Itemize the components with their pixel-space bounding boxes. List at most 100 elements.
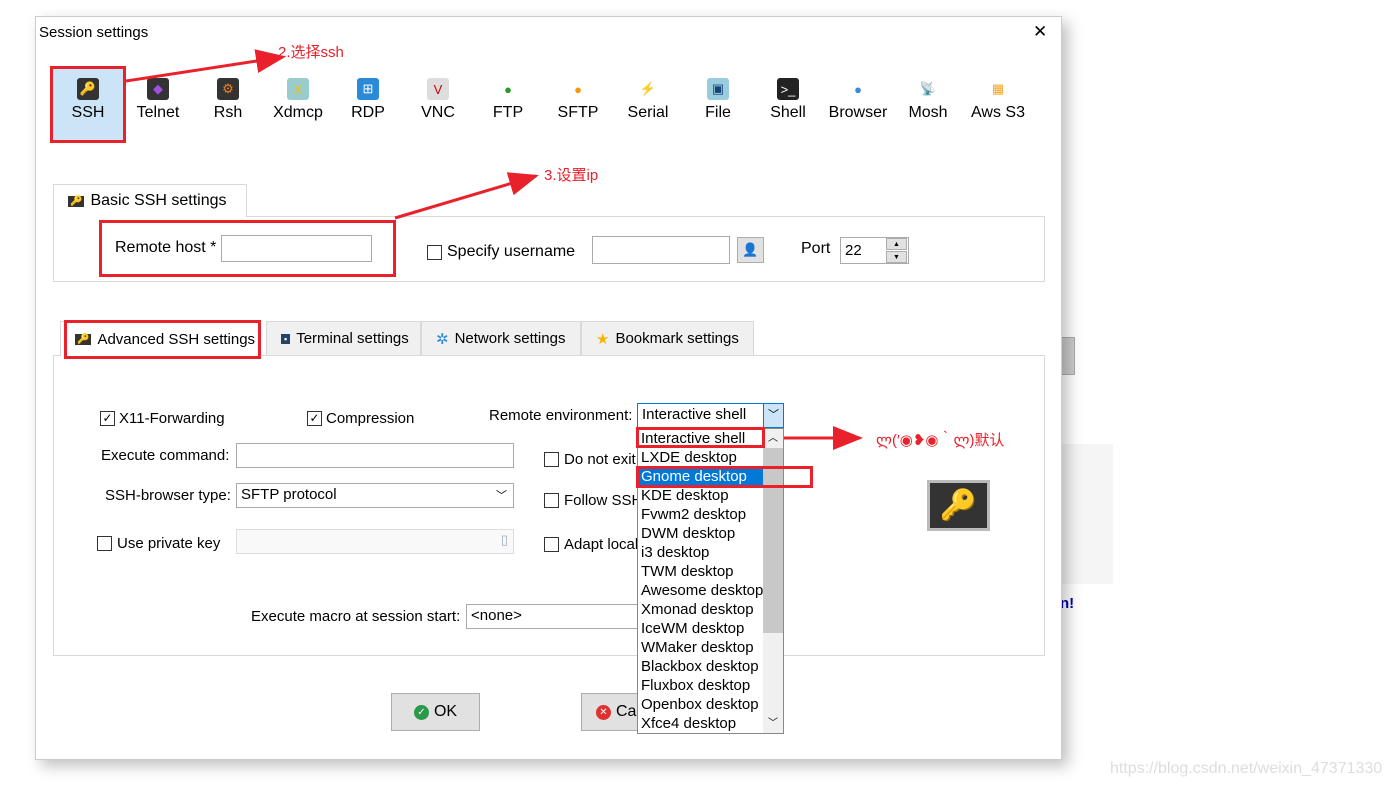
protocol-rsh[interactable]: ⚙ Rsh xyxy=(193,66,263,140)
dropdown-option[interactable]: Xmonad desktop xyxy=(638,600,763,619)
execute-macro-label: Execute macro at session start: xyxy=(251,608,461,625)
dropdown-option[interactable]: LXDE desktop xyxy=(638,448,763,467)
protocol-label: Serial xyxy=(627,104,669,121)
annotation-box-ssh xyxy=(50,66,126,143)
dropdown-option[interactable]: Fluxbox desktop xyxy=(638,676,763,695)
green-globe-icon: ● xyxy=(504,81,512,97)
x-monitor-icon: X xyxy=(287,78,309,100)
protocol-label: SFTP xyxy=(557,104,599,121)
protocol-label: Mosh xyxy=(908,104,948,121)
user-picker-button[interactable]: 👤 xyxy=(737,237,764,263)
compression-label: Compression xyxy=(326,410,415,427)
chevron-down-icon: ﹀ xyxy=(496,490,507,502)
dropdown-option[interactable]: Awesome desktop xyxy=(638,581,763,600)
protocol-label: Rsh xyxy=(213,104,243,121)
protocol-vnc[interactable]: V VNC xyxy=(403,66,473,140)
protocol-label: Telnet xyxy=(136,104,180,121)
protocol-aws-s3[interactable]: ▦ Aws S3 xyxy=(963,66,1033,140)
dropdown-option[interactable]: WMaker desktop xyxy=(638,638,763,657)
dropdown-option[interactable]: Openbox desktop xyxy=(638,695,763,714)
protocol-rdp[interactable]: ⊞ RDP xyxy=(333,66,403,140)
protocol-telnet[interactable]: ◆ Telnet xyxy=(123,66,193,140)
x11-forwarding-checkbox[interactable]: ✓ xyxy=(100,411,115,426)
dropdown-option[interactable]: Xfce4 desktop xyxy=(638,714,763,733)
do-not-exit-label: Do not exit xyxy=(564,451,636,468)
dropdown-option[interactable]: i3 desktop xyxy=(638,543,763,562)
specify-username-checkbox[interactable] xyxy=(427,245,442,260)
user-icon: 👤 xyxy=(742,242,759,257)
annotation-step3: 3.设置ip xyxy=(544,167,599,184)
protocol-serial[interactable]: ⚡ Serial xyxy=(613,66,683,140)
annotation-box-gnome xyxy=(636,466,813,488)
protocol-browser[interactable]: ● Browser xyxy=(823,66,893,140)
ssh-browser-type-label: SSH-browser type: xyxy=(105,487,231,504)
orange-globe-icon: ● xyxy=(574,81,582,97)
dropdown-option[interactable]: Blackbox desktop xyxy=(638,657,763,676)
execute-macro-select[interactable]: <none> xyxy=(466,604,646,629)
protocol-label: VNC xyxy=(421,104,455,121)
protocol-label: File xyxy=(705,104,731,121)
protocol-ftp[interactable]: ● FTP xyxy=(473,66,543,140)
network-icon: ✲ xyxy=(436,330,449,348)
remote-environment-select[interactable]: Interactive shell xyxy=(637,403,784,428)
close-icon[interactable]: ✕ xyxy=(1033,22,1047,42)
adapt-locale-checkbox[interactable] xyxy=(544,537,559,552)
private-key-input[interactable]: ▯ xyxy=(236,529,514,554)
ssh-browser-type-select[interactable]: SFTP protocol ﹀ xyxy=(236,483,514,508)
dropdown-option[interactable]: Fvwm2 desktop xyxy=(638,505,763,524)
annotation-box-remote-host xyxy=(99,220,396,277)
specify-username-label: Specify username xyxy=(447,243,576,260)
satellite-icon: 📡 xyxy=(919,81,937,96)
port-spinner-down[interactable]: ▼ xyxy=(886,251,907,263)
execute-command-label: Execute command: xyxy=(101,447,230,464)
terminal-icon: >_ xyxy=(777,78,799,100)
protocol-label: FTP xyxy=(492,104,524,121)
scroll-up-icon[interactable]: ︿ xyxy=(763,429,783,448)
protocol-label: Shell xyxy=(770,104,806,121)
dropdown-option[interactable]: DWM desktop xyxy=(638,524,763,543)
follow-ssh-checkbox[interactable] xyxy=(544,493,559,508)
do-not-exit-checkbox[interactable] xyxy=(544,452,559,467)
execute-command-input[interactable] xyxy=(236,443,514,468)
tab-bookmark-settings[interactable]: ★ Bookmark settings xyxy=(581,321,754,355)
globe-icon: ● xyxy=(854,81,862,97)
username-input[interactable] xyxy=(592,236,730,264)
dialog-title: Session settings xyxy=(39,24,149,41)
adapt-locale-label: Adapt locale xyxy=(564,536,647,553)
protocol-label: RDP xyxy=(351,104,385,121)
chevron-down-icon[interactable]: ﹀ xyxy=(763,404,783,427)
plug-icon: ⚡ xyxy=(639,81,657,96)
tab-basic-ssh-settings[interactable]: 🔑 Basic SSH settings xyxy=(53,184,247,217)
file-monitor-icon: ▣ xyxy=(707,78,729,100)
windows-monitor-icon: ⊞ xyxy=(357,78,379,100)
protocol-mosh[interactable]: 📡 Mosh xyxy=(893,66,963,140)
protocol-shell[interactable]: >_ Shell xyxy=(753,66,823,140)
protocol-xdmcp[interactable]: X Xdmcp xyxy=(263,66,333,140)
star-icon: ★ xyxy=(596,330,610,348)
cubes-icon: ▦ xyxy=(991,81,1005,96)
annotation-default: ლ(′◉❥◉｀ლ)默认 xyxy=(876,432,1005,449)
tab-terminal-settings[interactable]: ▪ Terminal settings xyxy=(266,321,421,355)
x11-forwarding-label: X11-Forwarding xyxy=(119,410,225,427)
port-spinner-up[interactable]: ▲ xyxy=(886,238,907,250)
compression-checkbox[interactable]: ✓ xyxy=(307,411,322,426)
scroll-down-icon[interactable]: ﹀ xyxy=(763,714,783,733)
protocol-label: Browser xyxy=(828,104,888,121)
background-text: n! xyxy=(1060,595,1075,612)
annotation-step2: 2.选择ssh xyxy=(278,44,344,61)
protocol-label: Xdmcp xyxy=(273,104,323,121)
ok-button[interactable]: ✓ OK xyxy=(391,693,480,731)
use-private-key-checkbox[interactable] xyxy=(97,536,112,551)
terminal-icon: ▪ xyxy=(281,333,291,344)
dropdown-option[interactable]: KDE desktop xyxy=(638,486,763,505)
file-icon[interactable]: ▯ xyxy=(501,532,508,548)
dropdown-option[interactable]: IceWM desktop xyxy=(638,619,763,638)
vnc-monitor-icon: V xyxy=(427,78,449,100)
follow-ssh-label: Follow SSH xyxy=(564,492,643,509)
background-panel xyxy=(1055,444,1113,584)
port-label: Port xyxy=(801,240,831,257)
dropdown-option[interactable]: TWM desktop xyxy=(638,562,763,581)
protocol-file[interactable]: ▣ File xyxy=(683,66,753,140)
protocol-sftp[interactable]: ● SFTP xyxy=(543,66,613,140)
tab-network-settings[interactable]: ✲ Network settings xyxy=(421,321,581,355)
